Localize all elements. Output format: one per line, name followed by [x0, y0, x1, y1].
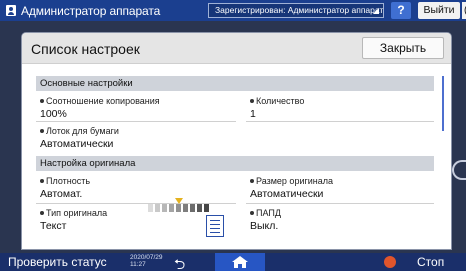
setting-label: Размер оригинала	[256, 176, 334, 186]
setting-adf[interactable]: ПАПД Выкл.	[250, 208, 281, 232]
setting-value: Автоматически	[250, 188, 324, 200]
home-icon	[232, 256, 248, 268]
top-bar: Администратор аппарата Зарегистрирован: …	[0, 0, 466, 21]
density-scale	[148, 198, 230, 212]
density-step	[169, 204, 174, 212]
setting-value: Автомат.	[40, 188, 83, 200]
density-step	[204, 204, 209, 212]
dialog-header: Список настроек Закрыть	[22, 33, 451, 64]
setting-value: Автоматически	[40, 138, 114, 150]
app-title: Администратор аппарата	[21, 3, 161, 18]
density-step	[162, 204, 167, 212]
setting-value: 1	[250, 108, 256, 120]
chevron-down-icon: ◢	[372, 6, 379, 15]
back-arrow-icon[interactable]: ⮌	[174, 254, 185, 271]
setting-label: Лоток для бумаги	[46, 126, 119, 136]
login-status-dropdown[interactable]: Зарегистрирован: Администратор аппарат ◢	[208, 3, 384, 18]
divider	[246, 121, 434, 122]
divider	[36, 121, 236, 122]
setting-value: 100%	[40, 108, 67, 120]
setting-value: Выкл.	[250, 220, 279, 232]
density-step	[155, 204, 160, 212]
setting-original-type[interactable]: Тип оригинала Текст	[40, 208, 107, 232]
login-status-text: Зарегистрирован: Администратор аппарат	[215, 5, 384, 15]
density-step	[197, 204, 202, 212]
clock-time: 11:27	[130, 261, 146, 268]
stop-button[interactable]: Стоп	[417, 255, 444, 269]
density-step	[183, 204, 188, 212]
user-icon	[6, 5, 16, 16]
density-step	[190, 204, 195, 212]
setting-paper-tray[interactable]: Лоток для бумаги Автоматически	[40, 126, 119, 150]
setting-quantity[interactable]: Количество 1	[250, 96, 304, 120]
setting-label: Количество	[256, 96, 305, 106]
setting-density[interactable]: Плотность Автомат.	[40, 176, 90, 200]
scrollbar[interactable]	[442, 76, 444, 131]
clock: 2020/07/29 11:27	[130, 254, 163, 268]
clock-date: 2020/07/29	[130, 254, 163, 261]
home-button[interactable]	[215, 253, 265, 271]
setting-value: Текст	[40, 220, 67, 232]
density-step	[148, 204, 153, 212]
close-button[interactable]: Закрыть	[362, 37, 444, 59]
setting-copy-ratio[interactable]: Соотношение копирования 100%	[40, 96, 160, 120]
section-header-basic: Основные настройки	[36, 76, 434, 91]
density-step	[176, 204, 181, 212]
user-info: Администратор аппарата	[0, 0, 160, 21]
density-marker-icon	[174, 198, 183, 204]
setting-label: Плотность	[46, 176, 91, 186]
help-button[interactable]: ?	[391, 2, 411, 19]
logout-button[interactable]: Выйти	[418, 2, 460, 19]
partial-button[interactable]: (	[462, 2, 466, 19]
stop-icon[interactable]	[384, 256, 396, 268]
check-status-button[interactable]: Проверить статус	[8, 255, 107, 269]
background-control	[452, 160, 466, 180]
settings-list-dialog: Список настроек Закрыть Основные настрой…	[22, 33, 451, 249]
divider	[246, 203, 434, 204]
text-document-icon	[206, 215, 224, 237]
section-header-original: Настройка оригинала	[36, 156, 434, 171]
dialog-title: Список настроек	[31, 41, 140, 57]
setting-label: Соотношение копирования	[46, 96, 160, 106]
setting-original-size[interactable]: Размер оригинала Автоматически	[250, 176, 333, 200]
setting-label: Тип оригинала	[46, 208, 108, 218]
bottom-bar: Проверить статус 2020/07/29 11:27 ⮌ Стоп	[0, 253, 466, 271]
setting-label: ПАПД	[256, 208, 281, 218]
